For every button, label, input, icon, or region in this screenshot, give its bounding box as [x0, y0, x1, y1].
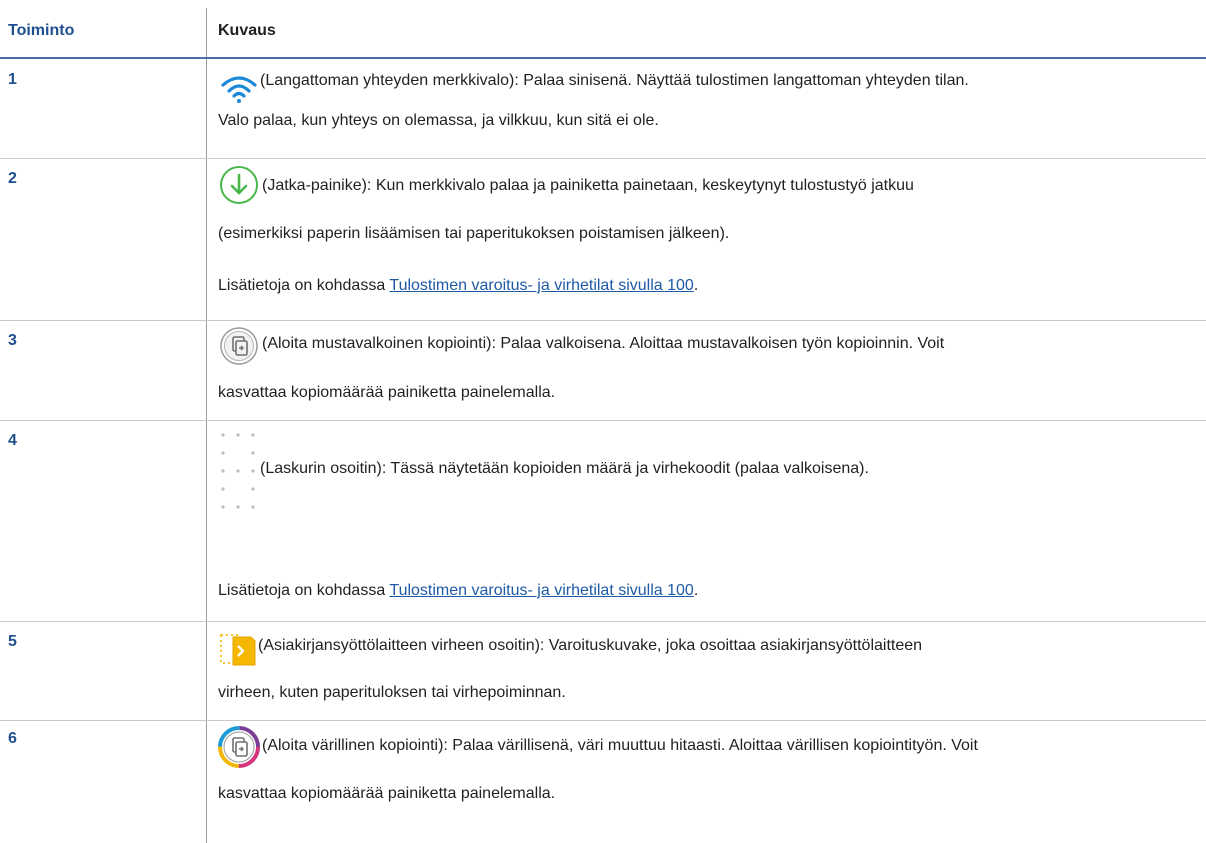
row-text-line: virheen, kuten paperituloksen tai virhep…: [218, 684, 566, 701]
header-function: Toiminto: [8, 22, 75, 39]
more-info: Lisätietoja on kohdassa Tulostimen varoi…: [218, 277, 698, 295]
row-number: 1: [8, 71, 17, 88]
row-text-line: (Jatka-painike): Kun merkkivalo palaa ja…: [262, 177, 914, 194]
more-info: Lisätietoja on kohdassa Tulostimen varoi…: [218, 582, 698, 600]
row-text-line: kasvattaa kopiomäärää painiketta painele…: [218, 785, 556, 802]
row-text-line: (Aloita värillinen kopiointi): Palaa vär…: [262, 737, 978, 754]
row-text-line: (esimerkiksi paperin lisäämisen tai pape…: [218, 225, 730, 242]
row-text-line: (Aloita mustavalkoinen kopiointi): Palaa…: [262, 335, 945, 352]
table-row: 1 (Langattoman yhteyden merkkivalo): Pal…: [0, 59, 1206, 159]
table-row: 2 (Jatka-painike): Kun merkkivalo palaa …: [0, 158, 1206, 321]
table-row: 4 (Laskurin osoitin): Tässä näytetään ko…: [0, 420, 1206, 622]
more-info-link[interactable]: Tulostimen varoitus- ja virhetilat sivul…: [389, 582, 693, 599]
row-text-line: (Langattoman yhteyden merkkivalo): Palaa…: [260, 72, 969, 89]
header-description: Kuvaus: [218, 22, 276, 39]
more-info-suffix: .: [693, 277, 699, 294]
row-number: 5: [8, 633, 17, 650]
row-text-line: Valo palaa, kun yhteys on olemassa, ja v…: [218, 112, 659, 129]
mono-copy-icon: [220, 327, 258, 365]
table-header: Toiminto Kuvaus: [0, 0, 1206, 59]
adf-error-icon: [220, 634, 256, 666]
row-text-line: (Laskurin osoitin): Tässä näytetään kopi…: [260, 460, 869, 477]
resume-icon: [220, 166, 258, 204]
table-row: 6 (Aloita värillinen kopiointi): Palaa v…: [0, 720, 1206, 843]
table-row: 5 (Asiakirjansyöttölaitteen virheen osoi…: [0, 621, 1206, 721]
more-info-link[interactable]: Tulostimen varoitus- ja virhetilat sivul…: [389, 277, 693, 294]
wifi-icon: [221, 76, 257, 103]
row-number: 2: [8, 170, 17, 187]
table-row: 3 (Aloita mustavalkoinen kopiointi): Pal…: [0, 320, 1206, 421]
more-info-prefix: Lisätietoja on kohdassa: [218, 277, 390, 294]
more-info-prefix: Lisätietoja on kohdassa: [218, 582, 390, 599]
row-text-line: (Asiakirjansyöttölaitteen virheen osoiti…: [258, 637, 923, 654]
more-info-suffix: .: [693, 582, 699, 599]
row-number: 6: [8, 730, 17, 747]
row-text-line: kasvattaa kopiomäärää painiketta painele…: [218, 384, 556, 401]
row-number: 3: [8, 332, 17, 349]
row-number: 4: [8, 432, 17, 449]
color-copy-icon: [218, 726, 260, 768]
